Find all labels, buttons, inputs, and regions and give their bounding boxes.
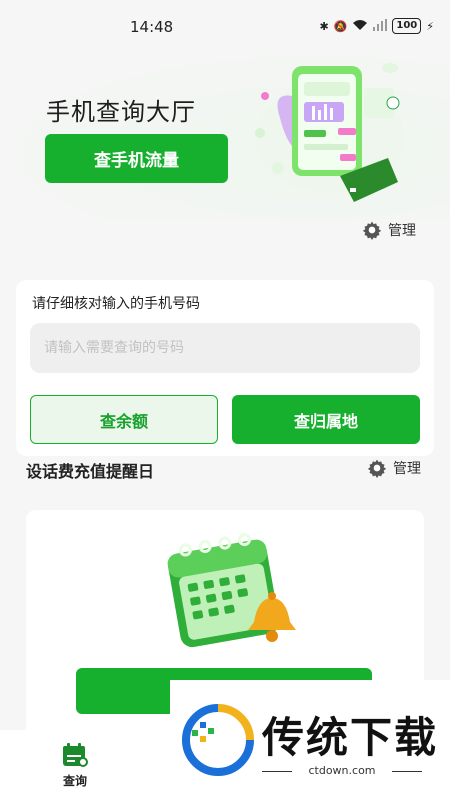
- query-calendar-icon: [63, 743, 88, 767]
- signal-icon: [373, 18, 388, 34]
- gear-icon: [362, 221, 382, 240]
- status-bar: 14:48 ✱ 🔕 100 ⚡: [0, 0, 450, 50]
- nav-label-query: 查询: [62, 774, 87, 788]
- brand-logo-icon: [182, 704, 254, 776]
- status-time: 14:48: [130, 18, 174, 36]
- phone-number-input[interactable]: [30, 323, 420, 373]
- status-icons: ✱ 🔕 100 ⚡: [319, 18, 434, 34]
- battery-indicator: 100: [392, 18, 422, 34]
- charging-icon: ⚡: [426, 19, 434, 33]
- check-location-button[interactable]: 查归属地: [232, 395, 420, 444]
- phone-query-card: 请仔细核对输入的手机号码 查余额 查归属地: [16, 280, 434, 456]
- watermark-domain: ctdown.com: [262, 764, 422, 777]
- manage-label: 管理: [393, 461, 421, 477]
- check-data-usage-button[interactable]: 查手机流量: [45, 134, 228, 183]
- manage-label: 管理: [388, 223, 416, 239]
- manage-button-reminder[interactable]: 管理: [367, 458, 421, 478]
- calendar-bell-illustration: [167, 533, 296, 648]
- bluetooth-icon: ✱: [319, 19, 329, 33]
- wifi-icon: [352, 19, 368, 34]
- reminder-section-title: 设话费充值提醒日: [26, 462, 155, 481]
- phone-hand-illustration: [255, 63, 405, 202]
- check-balance-button[interactable]: 查余额: [30, 395, 218, 444]
- manage-button-top[interactable]: 管理: [362, 220, 416, 240]
- mute-icon: 🔕: [333, 19, 348, 33]
- watermark-overlay: 传统下载 ctdown.com: [170, 680, 450, 800]
- nav-item-query[interactable]: 查询: [50, 742, 100, 789]
- page-title: 手机查询大厅: [46, 98, 196, 126]
- input-hint: 请仔细核对输入的手机号码: [32, 296, 200, 312]
- gear-icon: [367, 459, 387, 478]
- watermark-brand: 传统下载: [262, 713, 439, 762]
